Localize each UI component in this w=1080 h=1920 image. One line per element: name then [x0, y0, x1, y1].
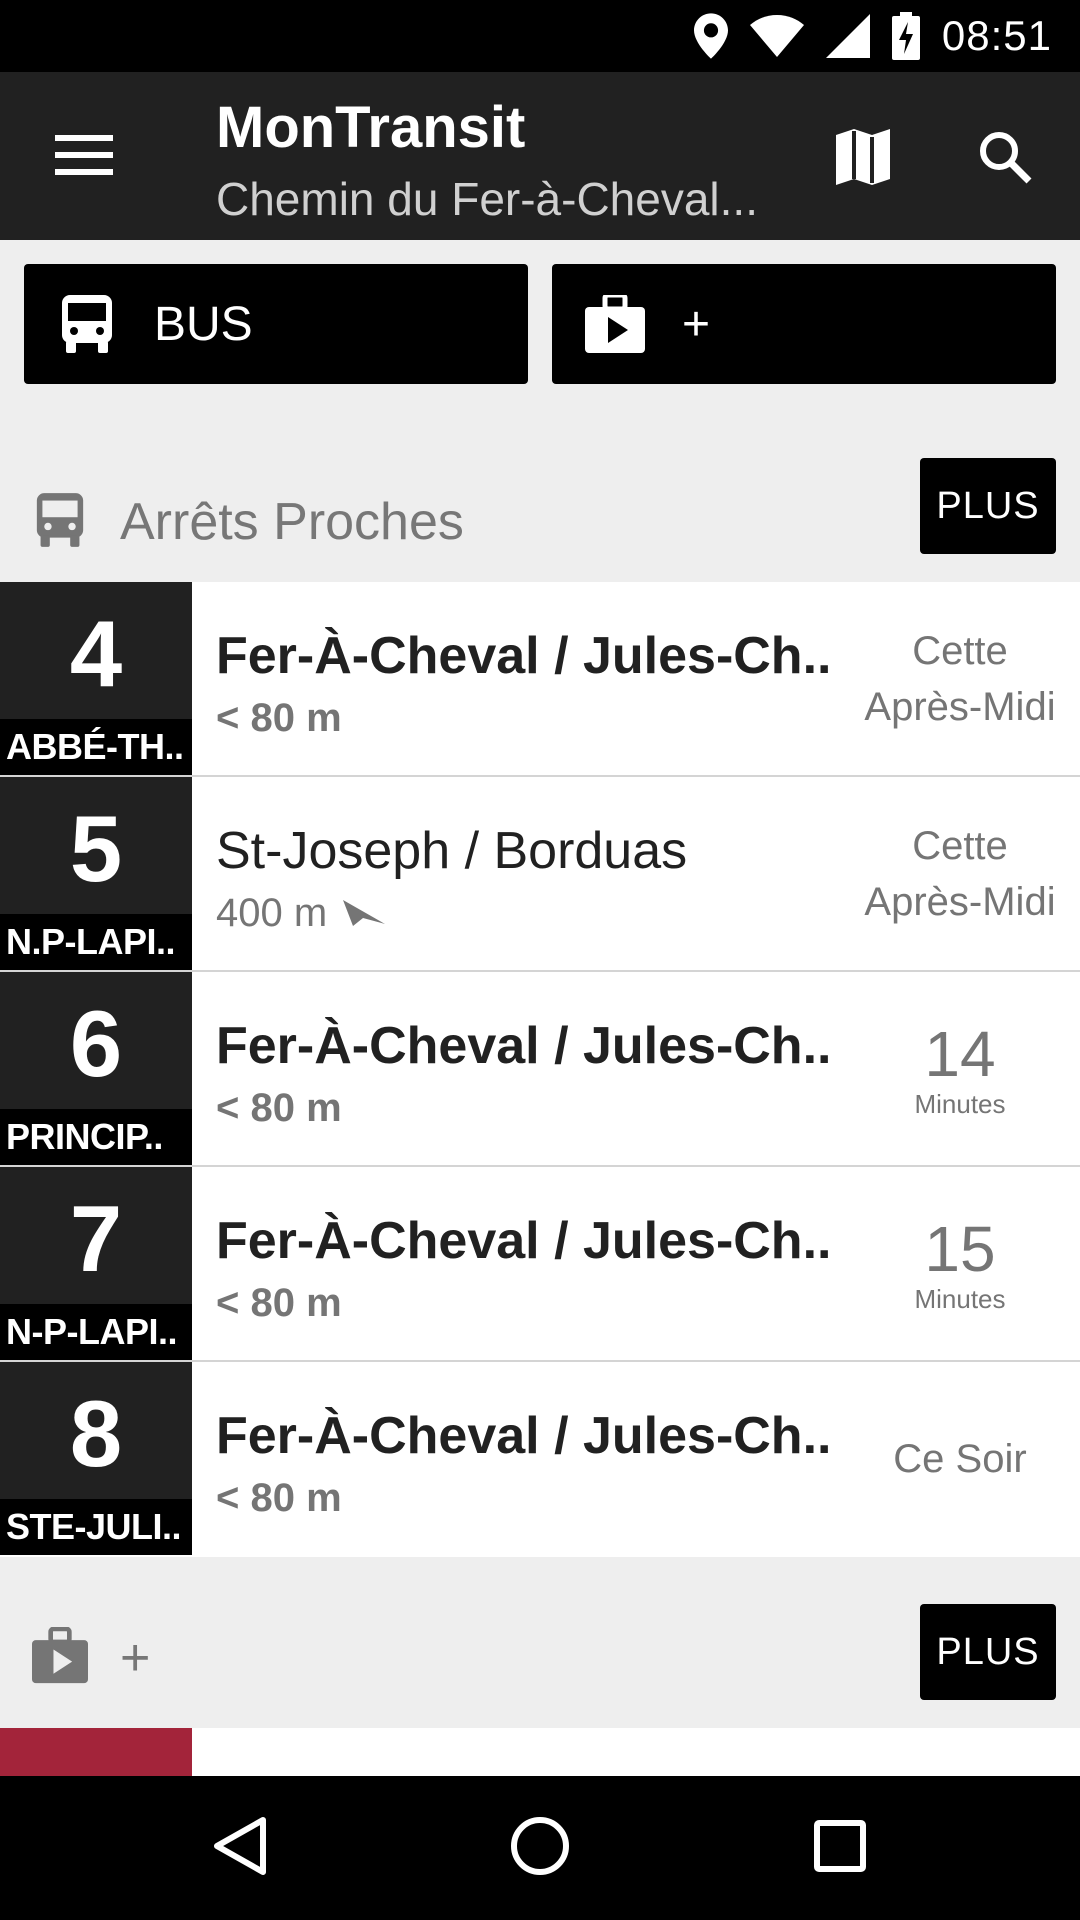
menu-button[interactable] [46, 127, 122, 187]
agency-color-badge [0, 1728, 192, 1776]
bus-icon [32, 490, 88, 550]
route-badge: 8 STE-JULI.. [0, 1362, 192, 1555]
bus-agency-label: BUS [154, 297, 253, 351]
departure-minutes: 14 [924, 1017, 996, 1090]
route-number: 5 [69, 796, 123, 901]
distance-text: < 80 m [216, 1281, 342, 1325]
distance-text: < 80 m [216, 1086, 342, 1130]
more-store-button[interactable]: PLUS [920, 1604, 1056, 1700]
distance-text: 400 m [216, 891, 328, 935]
back-button[interactable] [204, 1812, 276, 1884]
signal-icon [825, 14, 870, 58]
location-icon [693, 13, 728, 59]
route-direction: STE-JULI.. [0, 1499, 192, 1555]
route-direction: N.P-LAPI.. [0, 914, 192, 970]
route-number: 4 [69, 601, 123, 706]
distance-text: < 80 m [216, 696, 342, 740]
back-icon [213, 1816, 267, 1881]
route-number: 7 [69, 1186, 123, 1291]
stop-row[interactable]: 7 N-P-LAPI.. Fer-À-Cheval / Jules-Ch.. <… [0, 1167, 1080, 1362]
search-button[interactable] [970, 124, 1040, 194]
next-departure: 14 Minutes [846, 972, 1074, 1165]
next-departure: Cette Après-Midi [846, 777, 1074, 970]
departure-text: Ce Soir [893, 1436, 1027, 1481]
recent-apps-button[interactable] [804, 1812, 876, 1884]
route-badge: 7 N-P-LAPI.. [0, 1167, 192, 1360]
route-number: 6 [69, 991, 123, 1096]
home-button[interactable] [504, 1812, 576, 1884]
map-button[interactable] [828, 124, 898, 194]
clock: 08:51 [941, 12, 1052, 59]
wifi-icon [749, 15, 804, 57]
departure-unit: Minutes [914, 1283, 1006, 1314]
departure-text: Cette [912, 628, 1008, 673]
stop-name: Fer-À-Cheval / Jules-Ch.. [216, 627, 832, 685]
stop-distance: < 80 m [216, 1281, 342, 1326]
distance-text: < 80 m [216, 1476, 342, 1520]
route-number: 8 [69, 1381, 123, 1486]
section-title: + [120, 1629, 151, 1687]
departure-text: Après-Midi [864, 684, 1056, 729]
stop-distance: < 80 m [216, 1086, 342, 1131]
nearby-stops-list: 4 ABBÉ-TH.. Fer-À-Cheval / Jules-Ch.. < … [0, 582, 1080, 1557]
search-icon [978, 130, 1032, 189]
stop-row[interactable]: 4 ABBÉ-TH.. Fer-À-Cheval / Jules-Ch.. < … [0, 582, 1080, 777]
stop-distance: < 80 m [216, 1476, 342, 1521]
stop-row[interactable]: 6 PRINCIP.. Fer-À-Cheval / Jules-Ch.. < … [0, 972, 1080, 1167]
location-subtitle: Chemin du Fer-à-Cheval... [216, 173, 756, 225]
store-icon [584, 293, 646, 355]
status-bar: 08:51 [0, 0, 1080, 72]
bus-agency-button[interactable]: BUS [24, 264, 528, 384]
route-direction: ABBÉ-TH.. [0, 719, 192, 775]
map-icon [836, 128, 890, 190]
battery-charging-icon [891, 12, 920, 60]
departure-minutes: 15 [924, 1212, 996, 1285]
next-departure: Ce Soir [846, 1362, 1074, 1555]
list-item[interactable] [0, 1728, 1080, 1776]
store-icon [32, 1626, 88, 1686]
add-agency-label: + [682, 297, 711, 351]
home-icon [510, 1816, 570, 1881]
stop-row[interactable]: 8 STE-JULI.. Fer-À-Cheval / Jules-Ch.. <… [0, 1362, 1080, 1557]
route-direction: N-P-LAPI.. [0, 1304, 192, 1360]
hamburger-menu-icon [55, 134, 113, 180]
app-title: MonTransit [216, 95, 526, 160]
add-agency-button[interactable]: + [552, 264, 1056, 384]
route-direction: PRINCIP.. [0, 1109, 192, 1165]
stop-name: Fer-À-Cheval / Jules-Ch.. [216, 1212, 832, 1270]
stop-name: Fer-À-Cheval / Jules-Ch.. [216, 1407, 832, 1465]
route-badge: 5 N.P-LAPI.. [0, 777, 192, 970]
app-bar: MonTransit Chemin du Fer-à-Cheval... [0, 72, 1080, 240]
departure-unit: Minutes [914, 1088, 1006, 1119]
stop-name: St-Joseph / Borduas [216, 822, 688, 880]
stop-row[interactable]: 5 N.P-LAPI.. St-Joseph / Borduas 400 m C… [0, 777, 1080, 972]
system-nav-bar [0, 1776, 1080, 1920]
store-section-header: + PLUS [0, 1604, 1080, 1704]
route-badge: 4 ABBÉ-TH.. [0, 582, 192, 775]
recent-apps-icon [814, 1819, 866, 1877]
stop-distance: < 80 m [216, 696, 342, 741]
direction-arrow-icon [343, 891, 386, 936]
departure-text: Après-Midi [864, 879, 1056, 924]
bus-icon [56, 293, 118, 355]
next-departure: Cette Après-Midi [846, 582, 1074, 775]
stop-distance: 400 m [216, 891, 386, 936]
stop-name: Fer-À-Cheval / Jules-Ch.. [216, 1017, 832, 1075]
departure-text: Cette [912, 823, 1008, 868]
route-badge: 6 PRINCIP.. [0, 972, 192, 1165]
next-departure: 15 Minutes [846, 1167, 1074, 1360]
nearby-stops-header: Arrêts Proches PLUS [0, 458, 1080, 568]
more-nearby-button[interactable]: PLUS [920, 458, 1056, 554]
section-title: Arrêts Proches [120, 493, 464, 551]
